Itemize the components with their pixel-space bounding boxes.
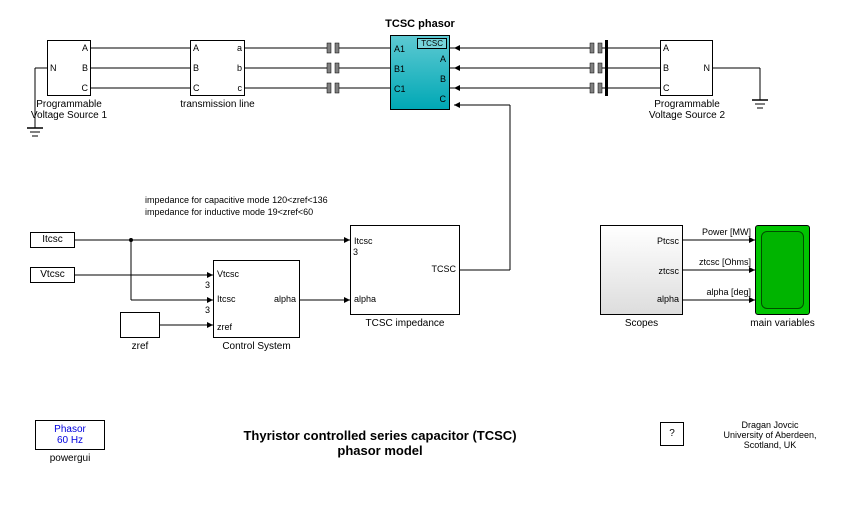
port-c2-label: c (238, 83, 243, 93)
powergui-block[interactable]: Phasor 60 Hz (35, 420, 105, 450)
port-itcsc-label: Itcsc (217, 294, 236, 304)
port-b1-label: B1 (394, 64, 405, 74)
tline-label: transmission line (175, 99, 260, 110)
itcsc-tag[interactable]: Itcsc (30, 232, 75, 248)
ztcsc-output-label: ztcsc [Ohms] (683, 257, 751, 267)
port-alpha-label: alpha (354, 294, 376, 304)
zref-block[interactable] (120, 312, 160, 338)
port-ptcsc-label: Ptcsc (657, 236, 679, 246)
port-b-label: B (82, 63, 88, 73)
power-output-label: Power [MW] (683, 227, 751, 237)
main-variables-label: main variables (740, 318, 825, 329)
transmission-line-block[interactable]: A B C a b c (190, 40, 245, 96)
scopes-label: Scopes (600, 318, 683, 329)
port-b2-label: b (237, 63, 242, 73)
port-tcsc-label: TCSC (432, 264, 457, 274)
port-a1-label: A1 (394, 44, 405, 54)
impedance-note-2: impedance for inductive mode 19<zref<60 (145, 207, 313, 217)
port-b-label: B (663, 63, 669, 73)
port-n-label: N (50, 63, 57, 73)
tcsc-phasor-title: TCSC phasor (350, 18, 490, 30)
phasor-line1: Phasor (36, 424, 104, 435)
port-a-label: A (193, 43, 199, 53)
bus-width-3c: 3 (353, 247, 358, 257)
port-a-label: A (663, 43, 669, 53)
port-c1-label: C1 (394, 84, 406, 94)
main-variables-scope[interactable] (755, 225, 810, 315)
port-c-label: C (82, 83, 89, 93)
bus-width-3b: 3 (205, 305, 210, 315)
scopes-block[interactable]: Ptcsc ztcsc alpha (600, 225, 683, 315)
port-ztcsc-label: ztcsc (658, 266, 679, 276)
powergui-label: powergui (35, 453, 105, 464)
programmable-voltage-source-1-block[interactable]: A B C N (47, 40, 91, 96)
port-n-label: N (704, 63, 711, 73)
main-title: Thyristor controlled series capacitor (T… (220, 428, 540, 458)
vtcsc-tag[interactable]: Vtcsc (30, 267, 75, 283)
port-vtcsc-label: Vtcsc (217, 269, 239, 279)
pvs1-label: Programmable Voltage Source 1 (22, 99, 116, 121)
help-block[interactable]: ? (660, 422, 684, 446)
tcsc-impedance-label: TCSC impedance (350, 318, 460, 329)
simulink-diagram: TCSC phasor A B C N Programmable Voltage… (0, 0, 849, 507)
tcsc-inner-label: TCSC (417, 38, 447, 49)
tcsc-block[interactable]: TCSC A1 B1 C1 A B C (390, 35, 450, 110)
port-a-label: A (440, 54, 446, 64)
impedance-note-1: impedance for capacitive mode 120<zref<1… (145, 195, 328, 205)
zref-label: zref (120, 341, 160, 352)
port-alpha-label: alpha (274, 294, 296, 304)
control-system-label: Control System (213, 341, 300, 352)
phasor-line2: 60 Hz (36, 435, 104, 446)
port-b-label: B (193, 63, 199, 73)
credit-line1: Dragan Jovcic (710, 420, 830, 430)
pvs2-label: Programmable Voltage Source 2 (640, 99, 734, 121)
port-zref-label: zref (217, 322, 232, 332)
port-c-label: C (663, 83, 670, 93)
alpha-output-label: alpha [deg] (683, 287, 751, 297)
port-c-label: C (440, 94, 447, 104)
control-system-block[interactable]: Vtcsc Itcsc zref alpha (213, 260, 300, 338)
credit-line2: University of Aberdeen, (710, 430, 830, 440)
port-alpha-label: alpha (657, 294, 679, 304)
port-b-label: B (440, 74, 446, 84)
tcsc-impedance-block[interactable]: Itcsc alpha TCSC (350, 225, 460, 315)
credit-line3: Scotland, UK (710, 440, 830, 450)
port-a2-label: a (237, 43, 242, 53)
credits: Dragan Jovcic University of Aberdeen, Sc… (710, 420, 830, 450)
port-a-label: A (82, 43, 88, 53)
port-itcsc-label: Itcsc (354, 236, 373, 246)
bus-width-3a: 3 (205, 280, 210, 290)
port-c-label: C (193, 83, 200, 93)
programmable-voltage-source-2-block[interactable]: A B C N (660, 40, 713, 96)
